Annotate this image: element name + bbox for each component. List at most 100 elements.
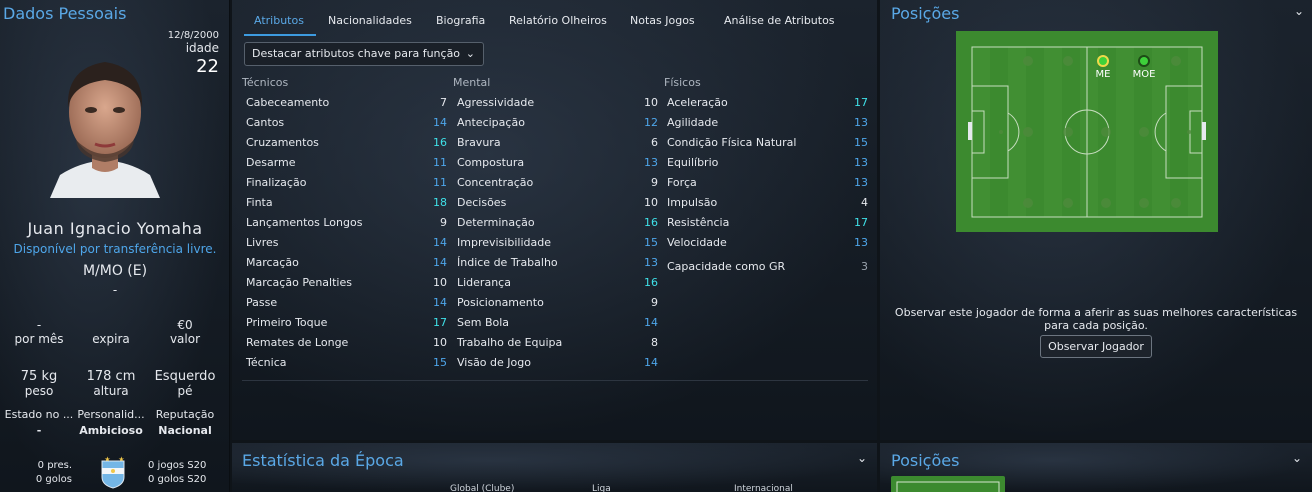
attribute-row[interactable]: Concentração 9 bbox=[457, 172, 658, 192]
attribute-label: Imprevisibilidade bbox=[457, 236, 551, 249]
observe-player-button[interactable]: Observar Jogador bbox=[1040, 335, 1152, 358]
attribute-row[interactable]: Posicionamento 9 bbox=[457, 292, 658, 312]
physical-attributes: Aceleração 17 Agilidade 13 Condição Física N… bbox=[667, 92, 868, 252]
panel-title: Posições bbox=[891, 451, 960, 470]
attribute-label: Cantos bbox=[246, 116, 285, 129]
attribute-value: 11 bbox=[433, 176, 447, 189]
tab-match-ratings[interactable]: Notas Jogos bbox=[630, 14, 695, 27]
attribute-row[interactable]: Lançamentos Longos 9 bbox=[246, 212, 447, 232]
height-value: 178 cm bbox=[86, 369, 136, 384]
attribute-label: Decisões bbox=[457, 196, 507, 209]
attribute-row[interactable]: Livres 14 bbox=[246, 232, 447, 252]
attribute-row[interactable]: Finalização 11 bbox=[246, 172, 447, 192]
contract-info: expira bbox=[73, 332, 149, 346]
argentina-badge-icon[interactable] bbox=[99, 455, 127, 489]
player-face-image bbox=[50, 62, 160, 198]
attribute-row[interactable]: Agressividade 10 bbox=[457, 92, 658, 112]
attribute-row[interactable]: Equilíbrio 13 bbox=[667, 152, 868, 172]
physical-header: Físicos bbox=[664, 76, 701, 89]
attribute-value: 9 bbox=[440, 216, 447, 229]
height-label: altura bbox=[93, 384, 129, 398]
tab-nationalities[interactable]: Nacionalidades bbox=[328, 14, 412, 27]
mental-header: Mental bbox=[453, 76, 491, 89]
attribute-row[interactable]: Resistência 17 bbox=[667, 212, 868, 232]
attribute-label: Cruzamentos bbox=[246, 136, 319, 149]
mental-attributes: Agressividade 10 Antecipação 12 Bravura 6 Comp… bbox=[457, 92, 658, 372]
attribute-row[interactable]: Passe 14 bbox=[246, 292, 447, 312]
stats-column-international: Internacional bbox=[734, 484, 793, 492]
transfer-status-link[interactable]: Disponível por transferência livre. bbox=[0, 242, 229, 256]
attribute-row[interactable]: Aceleração 17 bbox=[667, 92, 868, 112]
attribute-row[interactable]: Técnica 15 bbox=[246, 352, 447, 372]
attribute-row[interactable]: Agilidade 13 bbox=[667, 112, 868, 132]
tab-attribute-analysis[interactable]: Análise de Atributos bbox=[724, 14, 835, 27]
attribute-row[interactable]: Antecipação 12 bbox=[457, 112, 658, 132]
attribute-value: 16 bbox=[644, 276, 658, 289]
attribute-row[interactable]: Primeiro Toque 17 bbox=[246, 312, 447, 332]
tab-biography[interactable]: Biografia bbox=[436, 14, 485, 27]
chevron-down-icon[interactable]: ⌄ bbox=[857, 451, 867, 465]
chevron-down-icon[interactable]: ⌄ bbox=[1292, 451, 1302, 465]
attribute-value: 7 bbox=[440, 96, 447, 109]
attribute-row[interactable]: Desarme 11 bbox=[246, 152, 447, 172]
u20-stats: 0 jogos S20 0 golos S20 bbox=[148, 459, 206, 487]
attribute-label: Força bbox=[667, 176, 697, 189]
attribute-row[interactable]: Impulsão 4 bbox=[667, 192, 868, 212]
position-marker-aml-label: MOE bbox=[1133, 69, 1156, 80]
attribute-value: 13 bbox=[854, 236, 868, 249]
attribute-value: 10 bbox=[433, 276, 447, 289]
attribute-value: 11 bbox=[433, 156, 447, 169]
attribute-row[interactable]: Cabeceamento 7 bbox=[246, 92, 447, 112]
attribute-value: 13 bbox=[644, 256, 658, 269]
attribute-row[interactable]: Cruzamentos 16 bbox=[246, 132, 447, 152]
value-info: €0 valor bbox=[147, 318, 223, 346]
tab-attributes[interactable]: Atributos bbox=[254, 14, 304, 27]
attribute-value: 14 bbox=[433, 296, 447, 309]
attribute-row[interactable]: Bravura 6 bbox=[457, 132, 658, 152]
attribute-row[interactable]: Marcação 14 bbox=[246, 252, 447, 272]
attribute-row[interactable]: Remates de Longe 10 bbox=[246, 332, 447, 352]
highlight-role-dropdown[interactable]: Destacar atributos chave para função ⌄ bbox=[244, 42, 484, 66]
attribute-label: Equilíbrio bbox=[667, 156, 719, 169]
attribute-value: 3 bbox=[861, 260, 868, 273]
reputation-label: Reputação bbox=[155, 408, 215, 421]
attribute-label: Determinação bbox=[457, 216, 535, 229]
attribute-label: Velocidade bbox=[667, 236, 727, 249]
attribute-value: 9 bbox=[651, 296, 658, 309]
attribute-label: Finalização bbox=[246, 176, 307, 189]
attribute-value: 13 bbox=[854, 116, 868, 129]
season-stats-panel: Estatística da Época ⌄ Global (Clube) Li… bbox=[232, 443, 877, 492]
attribute-row[interactable]: Força 13 bbox=[667, 172, 868, 192]
attribute-row[interactable]: Compostura 13 bbox=[457, 152, 658, 172]
attribute-row[interactable]: Decisões 10 bbox=[457, 192, 658, 212]
value-label: valor bbox=[169, 332, 201, 346]
attribute-row[interactable]: Marcação Penalties 10 bbox=[246, 272, 447, 292]
caps-count: 0 pres. bbox=[37, 460, 72, 471]
stats-column-club: Global (Clube) bbox=[450, 484, 515, 492]
attributes-panel: Atributos Nacionalidades Biografia Relat… bbox=[232, 0, 877, 440]
attribute-row[interactable]: Índice de Trabalho 13 bbox=[457, 252, 658, 272]
weight-info: 75 kg peso bbox=[1, 369, 77, 398]
attribute-row[interactable]: Trabalho de Equipa 8 bbox=[457, 332, 658, 352]
tab-scout-report[interactable]: Relatório Olheiros bbox=[509, 14, 607, 27]
panel-title: Dados Pessoais bbox=[3, 4, 127, 23]
attribute-row[interactable]: Visão de Jogo 14 bbox=[457, 352, 658, 372]
attribute-value: 15 bbox=[644, 236, 658, 249]
attribute-row[interactable]: Condição Física Natural 15 bbox=[667, 132, 868, 152]
personality-value: Ambicioso bbox=[79, 424, 143, 437]
attribute-label: Marcação bbox=[246, 256, 299, 269]
attribute-row[interactable]: Cantos 14 bbox=[246, 112, 447, 132]
attribute-label: Marcação Penalties bbox=[246, 276, 352, 289]
attribute-row[interactable]: Velocidade 13 bbox=[667, 232, 868, 252]
mini-pitch-markings bbox=[896, 481, 1000, 492]
attribute-row[interactable]: Imprevisibilidade 15 bbox=[457, 232, 658, 252]
attribute-row[interactable]: Liderança 16 bbox=[457, 272, 658, 292]
goalkeeper-ability-row: Capacidade como GR 3 bbox=[667, 256, 868, 276]
position-pitch: ME MOE bbox=[956, 31, 1218, 232]
attribute-row[interactable]: Sem Bola 14 bbox=[457, 312, 658, 332]
weight-value: 75 kg bbox=[20, 369, 58, 384]
attribute-row[interactable]: Determinação 16 bbox=[457, 212, 658, 232]
attribute-row[interactable]: Finta 18 bbox=[246, 192, 447, 212]
attribute-value: 13 bbox=[644, 156, 658, 169]
chevron-down-icon[interactable]: ⌄ bbox=[1294, 4, 1304, 18]
